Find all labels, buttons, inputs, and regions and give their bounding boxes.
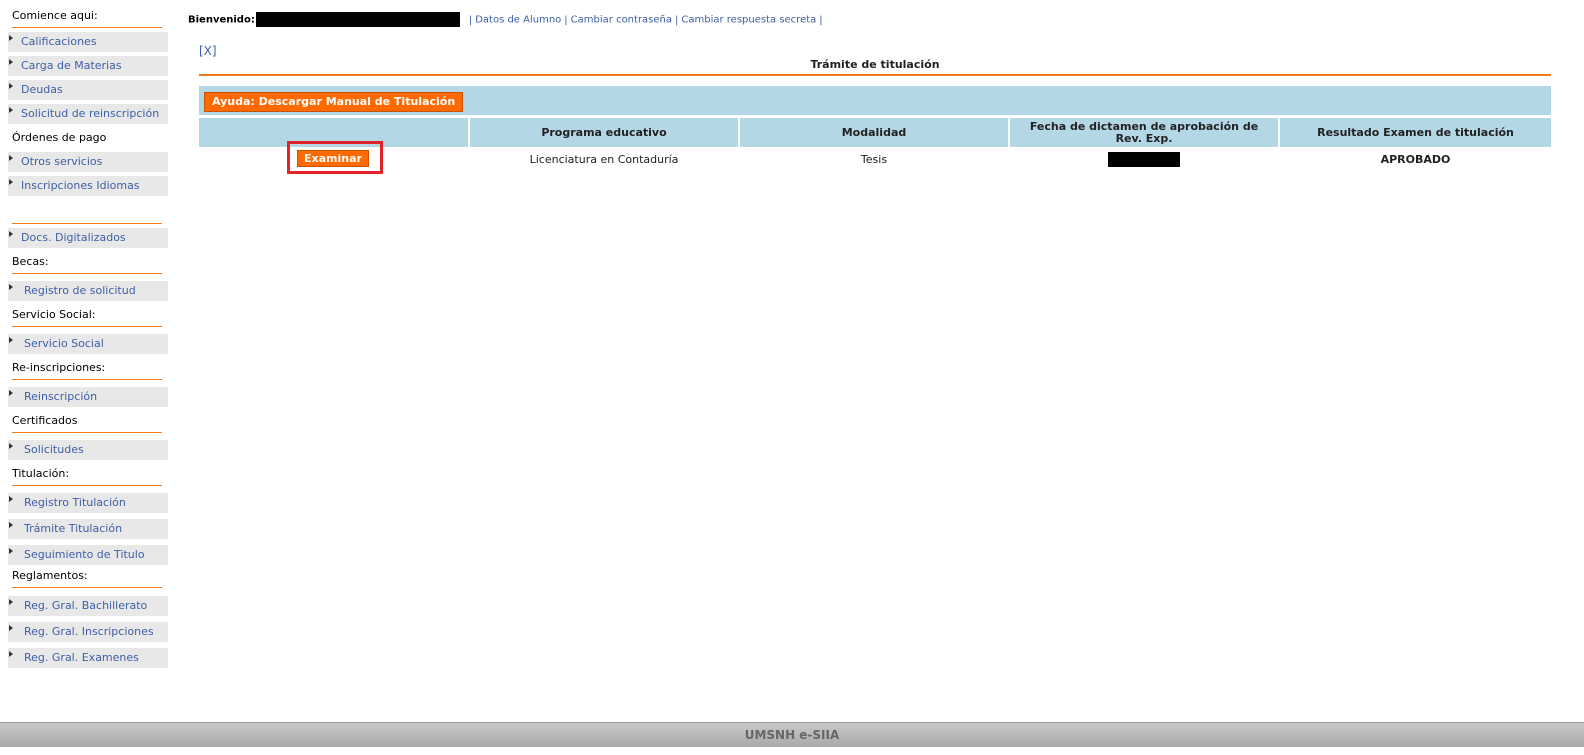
sidebar-section-certificados: Certificados	[12, 407, 162, 433]
footer: UMSNH e-SIIA	[0, 722, 1584, 747]
arrow-right-icon	[9, 155, 13, 161]
arrow-right-icon	[9, 284, 13, 290]
arrow-right-icon	[9, 35, 13, 41]
sidebar-divider	[12, 196, 162, 224]
cell-modalidad: Tesis	[860, 152, 888, 166]
sidebar-section-reglamentos: Reglamentos:	[12, 565, 162, 588]
sidebar-section-titulacion: Titulación:	[12, 460, 162, 486]
download-manual-button[interactable]: Ayuda: Descargar Manual de Titulación	[204, 92, 464, 112]
sidebar-item-carga-materias[interactable]: Carga de Materias	[8, 56, 168, 76]
sidebar-item-reinscripcion[interactable]: Reinscripción	[8, 387, 168, 407]
sidebar-item-reg-inscripciones[interactable]: Reg. Gral. Inscripciones	[8, 622, 168, 642]
sidebar: Comience aqui: Calificaciones Carga de M…	[0, 0, 172, 668]
column-header-resultado: Resultado Examen de titulación	[1280, 118, 1551, 147]
column-header-modalidad: Modalidad	[740, 118, 1008, 147]
welcome-label: Bienvenido:	[188, 14, 255, 26]
arrow-right-icon	[9, 231, 13, 237]
sidebar-item-registro-titulacion[interactable]: Registro Titulación	[8, 493, 168, 513]
arrow-right-icon	[9, 651, 13, 657]
sidebar-section-reinscripciones: Re-inscripciones:	[12, 354, 162, 380]
help-bar: Ayuda: Descargar Manual de Titulación	[199, 86, 1551, 115]
sidebar-item-docs-digitalizados[interactable]: Docs. Digitalizados	[8, 228, 168, 248]
examinar-button[interactable]: Examinar	[297, 150, 369, 167]
table-header: Programa educativo Modalidad Fecha de di…	[199, 118, 1551, 147]
table-row: Licenciatura en Contaduría Tesis APROBAD…	[199, 148, 1551, 172]
arrow-right-icon	[9, 83, 13, 89]
link-datos-alumno[interactable]: Datos de Alumno	[475, 15, 561, 26]
link-cambiar-respuesta[interactable]: Cambiar respuesta secreta	[681, 15, 816, 26]
arrow-right-icon	[9, 390, 13, 396]
sidebar-item-inscripciones-idiomas[interactable]: Inscripciones Idiomas	[8, 176, 168, 196]
arrow-right-icon	[9, 625, 13, 631]
title-divider	[199, 74, 1551, 76]
close-link[interactable]: [X]	[199, 44, 217, 58]
cell-resultado: APROBADO	[1380, 152, 1451, 166]
sidebar-item-tramite-titulacion[interactable]: Trámite Titulación	[8, 519, 168, 539]
sidebar-item-registro-solicitud[interactable]: Registro de solicitud	[8, 281, 168, 301]
top-header: Bienvenido: | Datos de Alumno | Cambiar cont…	[188, 12, 826, 27]
sidebar-item-reg-bachillerato[interactable]: Reg. Gral. Bachillerato	[8, 596, 168, 616]
column-header-fecha-dictamen: Fecha de dictamen de aprobación de Rev. …	[1010, 118, 1278, 147]
arrow-right-icon	[9, 599, 13, 605]
sidebar-item-seguimiento-titulo[interactable]: Seguimiento de Titulo	[8, 545, 168, 565]
sidebar-section-becas: Becas:	[12, 248, 162, 274]
sidebar-item-deudas[interactable]: Deudas	[8, 80, 168, 100]
sidebar-item-solicitudes[interactable]: Solicitudes	[8, 440, 168, 460]
column-header-programa: Programa educativo	[470, 118, 738, 147]
sidebar-label-ordenes-pago: Órdenes de pago	[12, 131, 107, 144]
arrow-right-icon	[9, 107, 13, 113]
sidebar-section-servicio-social: Servicio Social:	[12, 301, 162, 327]
cell-fecha-dictamen	[1010, 148, 1278, 170]
page-title: Trámite de titulación	[810, 58, 940, 71]
redacted-date	[1108, 151, 1180, 167]
arrow-right-icon	[9, 443, 13, 449]
arrow-right-icon	[9, 59, 13, 65]
arrow-right-icon	[9, 496, 13, 502]
arrow-right-icon	[9, 179, 13, 185]
sidebar-item-calificaciones[interactable]: Calificaciones	[8, 32, 168, 52]
sidebar-item-solicitud-reinscripcion[interactable]: Solicitud de reinscripción	[8, 104, 168, 124]
arrow-right-icon	[9, 522, 13, 528]
link-cambiar-contrasena[interactable]: Cambiar contraseña	[571, 15, 672, 26]
arrow-right-icon	[9, 337, 13, 343]
cell-programa: Licenciatura en Contaduría	[529, 152, 679, 166]
sidebar-section-start: Comience aqui:	[12, 0, 162, 28]
sidebar-item-otros-servicios[interactable]: Otros servicios	[8, 152, 168, 172]
sidebar-item-servicio-social[interactable]: Servicio Social	[8, 334, 168, 354]
sidebar-item-reg-examenes[interactable]: Reg. Gral. Examenes	[8, 648, 168, 668]
redacted-username	[255, 12, 460, 27]
arrow-right-icon	[9, 548, 13, 554]
